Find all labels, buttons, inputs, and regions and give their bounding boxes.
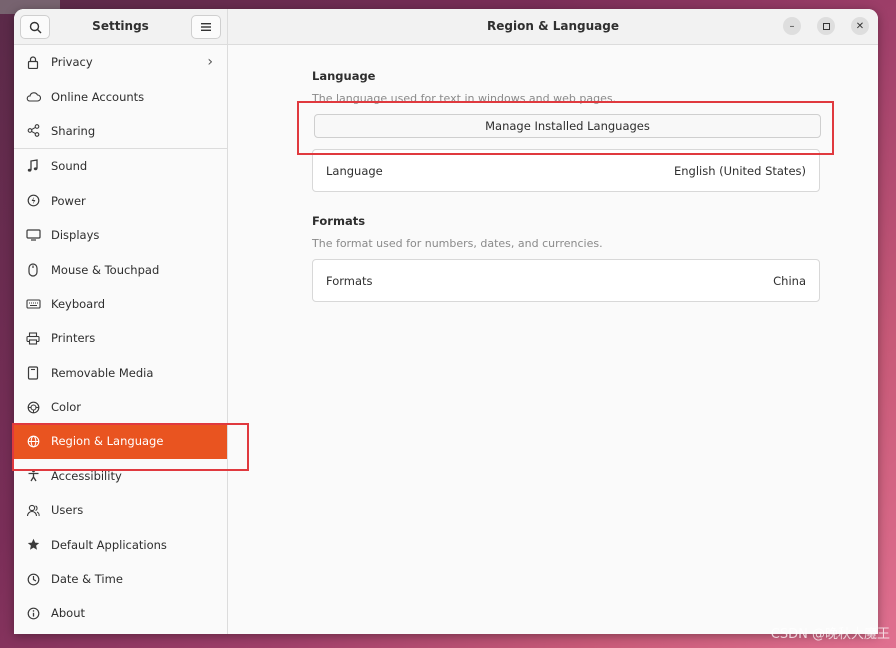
- sidebar-item-label: Default Applications: [51, 537, 167, 552]
- formats-box: Formats China: [312, 259, 820, 302]
- sidebar-item-label: Printers: [51, 331, 96, 346]
- sidebar-item-displays[interactable]: Displays: [14, 218, 227, 252]
- sidebar-item-sharing[interactable]: Sharing: [14, 114, 227, 148]
- sidebar-item-mouse-touchpad[interactable]: Mouse & Touchpad: [14, 252, 227, 286]
- star-icon: [25, 537, 41, 553]
- language-box: Language English (United States): [312, 149, 820, 192]
- sidebar-item-label: Removable Media: [51, 365, 154, 380]
- formats-section-title: Formats: [312, 214, 366, 228]
- music-note-icon: [25, 158, 41, 174]
- close-button[interactable]: ✕: [851, 17, 869, 35]
- formats-row-value: China: [773, 273, 806, 288]
- info-icon: [25, 605, 41, 621]
- sidebar-item-sound[interactable]: Sound: [14, 149, 227, 183]
- share-icon: [25, 123, 41, 139]
- sidebar-item-date-time[interactable]: Date & Time: [14, 562, 227, 596]
- mouse-icon: [25, 262, 41, 278]
- hamburger-menu-icon: [201, 23, 211, 31]
- sidebar-item-color[interactable]: Color: [14, 390, 227, 424]
- sidebar-item-label: About: [51, 606, 86, 621]
- sidebar-item-label: Users: [51, 503, 84, 518]
- users-icon: [25, 502, 41, 518]
- sidebar-item-label: Keyboard: [51, 296, 106, 311]
- sidebar-item-default-applications[interactable]: Default Applications: [14, 527, 227, 561]
- formats-row-label: Formats: [326, 273, 373, 288]
- sidebar-item-keyboard[interactable]: Keyboard: [14, 287, 227, 321]
- removable-media-icon: [25, 365, 41, 381]
- highlight-box-manage-languages: [297, 101, 834, 155]
- sidebar-list: Privacy › Online Accounts Sharing Sound …: [14, 45, 227, 631]
- display-icon: [25, 227, 41, 243]
- sidebar-item-online-accounts[interactable]: Online Accounts: [14, 79, 227, 113]
- lock-icon: [25, 54, 41, 70]
- sidebar-item-label: Sharing: [51, 123, 96, 138]
- page-title: Region & Language: [487, 19, 619, 33]
- sidebar-item-printers[interactable]: Printers: [14, 321, 227, 355]
- formats-row[interactable]: Formats China: [313, 260, 819, 301]
- clock-icon: [25, 571, 41, 587]
- maximize-icon: [822, 22, 830, 30]
- sidebar-item-label: Sound: [51, 159, 88, 174]
- menu-button[interactable]: [191, 15, 221, 39]
- sidebar-item-power[interactable]: Power: [14, 184, 227, 218]
- highlight-box-region-language: [12, 423, 249, 471]
- sidebar-item-removable-media[interactable]: Removable Media: [14, 356, 227, 390]
- close-icon: ✕: [855, 20, 865, 32]
- language-row[interactable]: Language English (United States): [313, 150, 819, 191]
- sidebar: Settings Privacy › Online Accounts Shari…: [14, 9, 228, 634]
- sidebar-item-privacy[interactable]: Privacy ›: [14, 45, 227, 79]
- sidebar-item-label: Online Accounts: [51, 89, 145, 104]
- sidebar-item-label: Privacy: [51, 55, 93, 70]
- main-header: Region & Language – ✕: [228, 9, 878, 45]
- keyboard-icon: [25, 296, 41, 312]
- minimize-button[interactable]: –: [783, 17, 801, 35]
- sidebar-header: Settings: [14, 9, 227, 45]
- power-icon: [25, 193, 41, 209]
- sidebar-item-label: Date & Time: [51, 572, 123, 587]
- sidebar-item-users[interactable]: Users: [14, 493, 227, 527]
- chevron-right-icon: ›: [207, 54, 213, 70]
- color-icon: [25, 399, 41, 415]
- printer-icon: [25, 330, 41, 346]
- minimize-icon: –: [789, 20, 795, 32]
- language-row-value: English (United States): [673, 163, 806, 178]
- language-row-label: Language: [326, 163, 383, 178]
- sidebar-item-label: Color: [51, 400, 82, 415]
- sidebar-item-about[interactable]: About: [14, 596, 227, 630]
- language-section-title: Language: [312, 69, 376, 83]
- formats-section-subtitle: The format used for numbers, dates, and …: [312, 237, 603, 250]
- sidebar-item-label: Power: [51, 193, 86, 208]
- cloud-icon: [25, 89, 41, 105]
- sidebar-item-label: Displays: [51, 228, 100, 243]
- maximize-button[interactable]: [817, 17, 835, 35]
- sidebar-item-label: Mouse & Touchpad: [51, 262, 160, 277]
- watermark: CSDN @晚秋大魔王: [770, 627, 890, 642]
